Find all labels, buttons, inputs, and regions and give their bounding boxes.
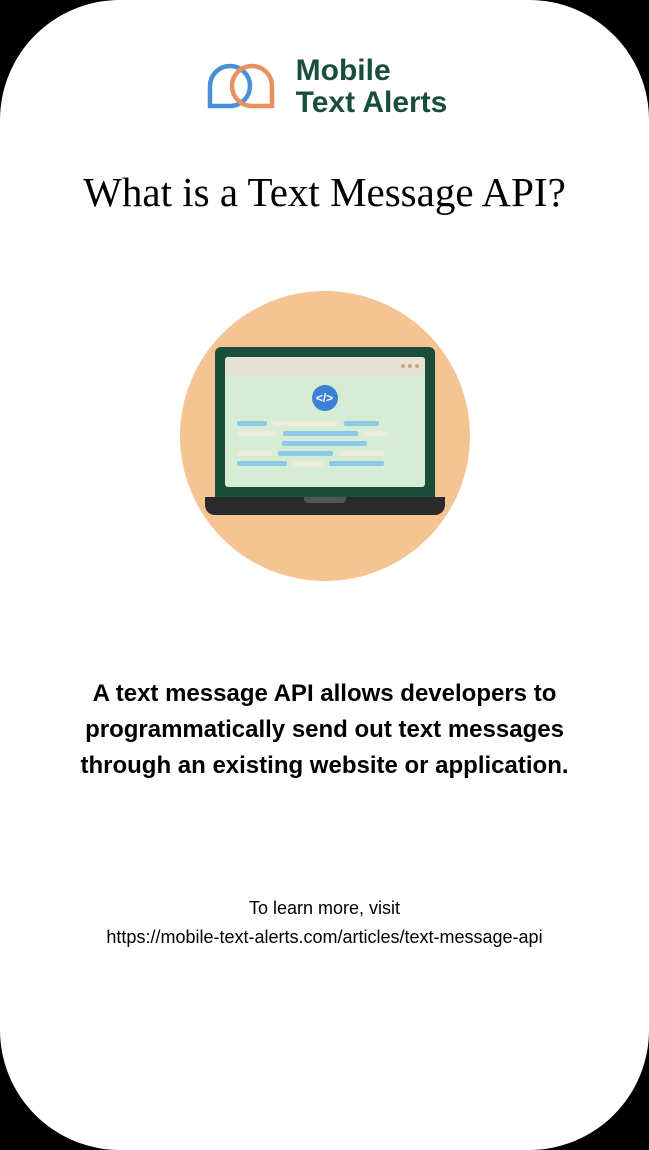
footer-text: To learn more, visit https://mobile-text… xyxy=(106,894,542,952)
logo-icon xyxy=(202,58,280,116)
description-text: A text message API allows developers to … xyxy=(55,676,595,784)
laptop-icon: </> xyxy=(205,347,445,515)
page-title: What is a Text Message API? xyxy=(83,168,566,216)
footer-url: https://mobile-text-alerts.com/articles/… xyxy=(106,923,542,952)
brand-logo: Mobile Text Alerts xyxy=(202,55,448,118)
laptop-illustration: </> xyxy=(180,291,470,581)
footer-lead: To learn more, visit xyxy=(106,894,542,923)
info-card: Mobile Text Alerts What is a Text Messag… xyxy=(0,0,649,1150)
code-icon: </> xyxy=(312,385,338,411)
brand-name: Mobile Text Alerts xyxy=(296,55,448,118)
